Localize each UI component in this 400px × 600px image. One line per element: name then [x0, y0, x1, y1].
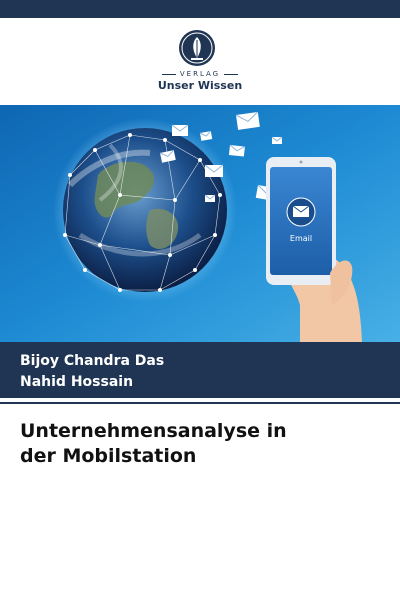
top-bar	[0, 0, 400, 18]
author-name: Nahid Hossain	[20, 374, 134, 390]
title-line: Unternehmensanalyse in	[20, 420, 287, 442]
author-name: Bijoy Chandra Das	[20, 353, 165, 369]
cover-illustration: Email	[0, 105, 400, 342]
email-label: Email	[290, 234, 312, 243]
publisher-name: Unser Wissen	[157, 79, 243, 92]
globe-icon	[53, 118, 237, 302]
quill-emblem-icon	[179, 30, 215, 66]
book-title: Unternehmensanalyse in der Mobilstation	[20, 419, 390, 469]
smartphone-icon: Email	[266, 157, 336, 285]
verlag-text: VERLAG	[179, 70, 221, 78]
divider	[0, 402, 400, 404]
publisher-small-label: VERLAG	[0, 70, 400, 78]
publisher-logo: VERLAG Unser Wissen	[0, 24, 400, 100]
title-line: der Mobilstation	[20, 445, 197, 467]
